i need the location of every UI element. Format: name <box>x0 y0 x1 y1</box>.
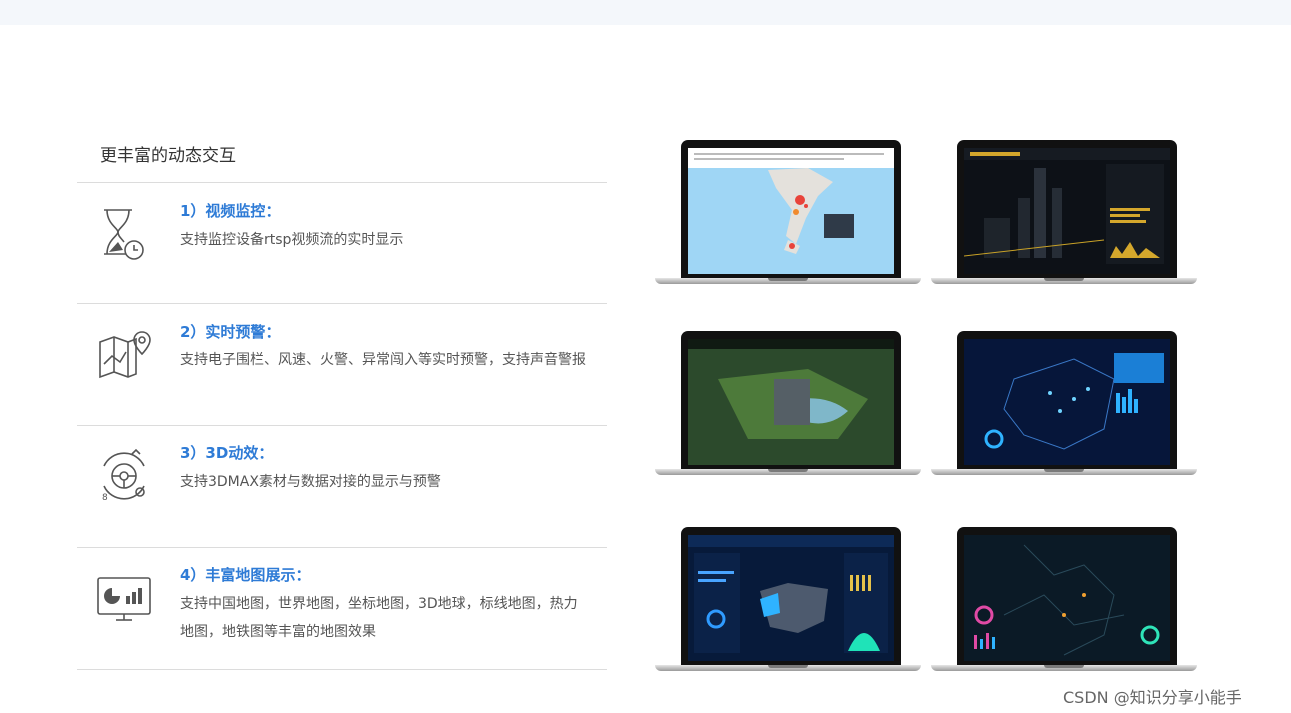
island-map-screen <box>688 148 894 274</box>
map-pin-icon <box>99 331 151 379</box>
feature-title-alert: 2）实时预警： <box>180 323 281 341</box>
feature-title-map: 4）丰富地图展示： <box>180 566 311 584</box>
divider <box>77 425 607 426</box>
laptop-mockup <box>655 331 921 477</box>
laptop-mockup <box>655 140 921 286</box>
svg-text:8: 8 <box>102 493 108 503</box>
city-3d-dashboard-screen <box>964 148 1170 274</box>
watermark: CSDN @知识分享小能手 <box>1063 688 1242 707</box>
china-data-dashboard-screen <box>688 535 894 661</box>
feature-desc-video: 支持监控设备rtsp视频流的实时显示 <box>180 232 404 248</box>
laptop-mockup <box>931 140 1197 286</box>
3d-steering-icon: 8 <box>102 448 145 503</box>
divider <box>77 303 607 304</box>
top-bar <box>0 0 1291 25</box>
divider <box>77 669 607 670</box>
laptop-mockup <box>931 331 1197 477</box>
feature-title-3d: 3）3D动效： <box>180 444 274 462</box>
dark-city-map-screen <box>964 535 1170 661</box>
feature-title-video: 1）视频监控： <box>180 202 281 220</box>
monitor-chart-icon <box>97 577 151 621</box>
feature-desc-3d: 支持3DMAX素材与数据对接的显示与预警 <box>180 474 441 490</box>
park-aerial-screen <box>688 339 894 465</box>
hourglass-clock-icon <box>104 209 144 260</box>
feature-desc-alert: 支持电子围栏、风速、火警、异常闯入等实时预警，支持声音警报 <box>180 352 586 368</box>
laptop-mockup <box>655 527 921 673</box>
laptop-mockup <box>931 527 1197 673</box>
feature-desc-map: 支持中国地图，世界地图，坐标地图，3D地球，标线地图，热力地图，地铁图等丰富的地… <box>180 596 578 640</box>
section-title: 更丰富的动态交互 <box>100 146 236 166</box>
china-network-map-screen <box>964 339 1170 465</box>
divider <box>77 547 607 548</box>
divider <box>77 182 607 183</box>
